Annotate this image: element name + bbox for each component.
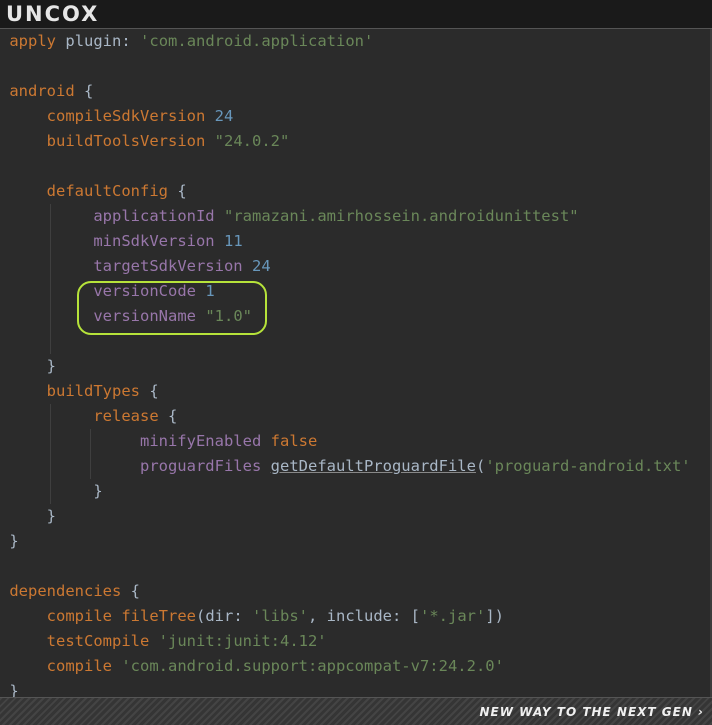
code-editor[interactable]: apply plugin: 'com.android.application' … [0, 29, 712, 697]
code-line-19: } [0, 479, 710, 504]
code-line-12: versionName "1.0" [0, 304, 710, 329]
code-line-5: buildToolsVersion "24.0.2" [46, 132, 290, 150]
code-line-17: minifyEnabled false [0, 429, 710, 454]
code-line-3: android { [9, 82, 94, 100]
code-line-18: proguardFiles getDefaultProguardFile('pr… [0, 454, 710, 479]
code-line-23: dependencies { [9, 582, 141, 600]
tagline: NEW WAY TO THE NEXT GEN › [479, 705, 704, 719]
code-line-25: testCompile 'junit:junit:4.12' [46, 632, 327, 650]
bottom-bar: NEW WAY TO THE NEXT GEN › [0, 697, 712, 725]
code-line-21: } [9, 532, 19, 550]
code-line-1: apply plugin: 'com.android.application' [9, 32, 374, 50]
code-line-15: buildTypes { [46, 382, 159, 400]
code-line-14: } [46, 357, 57, 375]
code-line-20: } [46, 507, 57, 525]
logo: UNCOX [6, 2, 100, 26]
code-line-9: minSdkVersion 11 [0, 229, 710, 254]
code-line-24: compile fileTree(dir: 'libs', include: [… [46, 607, 504, 625]
code-line-8: applicationId "ramazani.amirhossein.andr… [0, 204, 710, 229]
code-line-11: versionCode 1 [0, 279, 710, 304]
code-line-27: } [9, 682, 19, 697]
code-block: apply plugin: 'com.android.application' … [0, 29, 710, 697]
code-line-26: compile 'com.android.support:appcompat-v… [46, 657, 504, 675]
code-line-10: targetSdkVersion 24 [0, 254, 710, 279]
code-line-4: compileSdkVersion 24 [46, 107, 234, 125]
top-bar: UNCOX [0, 0, 712, 29]
code-line-13 [0, 329, 710, 354]
code-line-7: defaultConfig { [46, 182, 187, 200]
code-line-16: release { [0, 404, 710, 429]
